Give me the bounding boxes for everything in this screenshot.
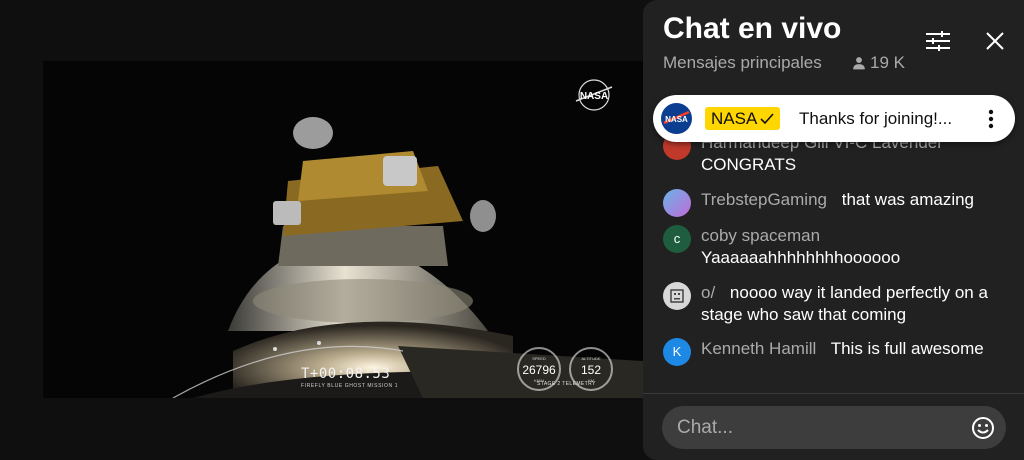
video-frame[interactable]: NASA T+00:08:53 FIREFLY BLUE GHOST MISSI… [43,61,643,398]
close-icon [986,32,1004,50]
app-root: NASA T+00:08:53 FIREFLY BLUE GHOST MISSI… [0,0,1024,460]
avatar-initial: K [672,344,682,359]
person-icon [853,57,865,70]
rocket-stage-image [43,61,643,398]
chat-filter-button[interactable] [922,25,954,57]
altitude-value: 152 [580,363,602,377]
chat-title: Chat en vivo [663,12,842,45]
more-vert-icon [988,109,994,129]
svg-text:NASA: NASA [665,115,688,124]
checkmark-icon [760,112,774,124]
viewer-count-value: 19 K [870,53,905,72]
message-author[interactable]: o/ [701,283,715,302]
altitude-label: ALTITUDE [581,356,601,361]
message-text: Yaaaaaahhhhhhhhoooooo [701,248,901,267]
video-player-area: NASA T+00:08:53 FIREFLY BLUE GHOST MISSI… [0,0,643,460]
speed-value: 26796 [522,363,556,377]
message-author[interactable]: coby spaceman [701,226,820,245]
emoji-icon [972,417,994,439]
nasa-logo-watermark: NASA [571,77,617,113]
avatar: c [663,225,691,253]
message-text: This is full awesome [830,339,984,358]
chat-message: o/ noooo way it landed perfectly on a st… [663,282,1008,326]
close-chat-button[interactable] [979,25,1011,57]
emoji-button[interactable] [969,414,997,442]
speed-label: SPEED [532,356,546,361]
nasa-logo-icon: NASA [661,103,692,134]
message-text: noooo way it landed perfectly on a stage… [701,283,988,324]
chat-header: Chat en vivo Mensajes principales 19 K [643,0,1024,86]
pinned-author: NASA [711,109,758,128]
chat-mode-selector[interactable]: Mensajes principales [663,53,822,73]
pinned-message[interactable]: NASA NASA Thanks for joining!... [653,95,1015,142]
avatar [663,282,691,310]
message-author[interactable]: Kenneth Hamill [701,339,816,358]
message-author[interactable]: TrebstepGaming [701,190,827,209]
pinned-text: Thanks for joining!... [799,109,953,128]
message-text: CONGRATS [701,155,797,174]
avatar [663,189,691,217]
avatar-initial: c [673,231,681,246]
pinned-more-button[interactable] [979,105,1003,133]
chat-message: K Kenneth Hamill This is full awesome [663,338,1008,366]
pixel-avatar-icon [670,289,684,303]
live-chat-panel: Chat en vivo Mensajes principales 19 K H… [643,0,1024,460]
nasa-avatar: NASA [661,103,692,134]
chat-input[interactable] [662,406,1006,449]
message-text: that was amazing [841,190,975,209]
svg-text:NASA: NASA [580,91,608,102]
chat-footer [643,393,1024,460]
chat-message: TrebstepGaming that was amazing [663,189,1008,217]
mission-timer: T+00:08:53 [301,366,391,382]
verified-author-badge[interactable]: NASA [705,107,781,130]
stage-telemetry-label: STAGE 2 TELEMETRY [537,381,596,387]
chat-message: c coby spaceman Yaaaaaahhhhhhhhoooooo [663,225,1008,269]
mission-name: FIREFLY BLUE GHOST MISSION 1 [301,383,399,389]
viewer-count: 19 K [852,53,905,73]
tune-icon [926,31,950,51]
avatar: K [663,338,691,366]
